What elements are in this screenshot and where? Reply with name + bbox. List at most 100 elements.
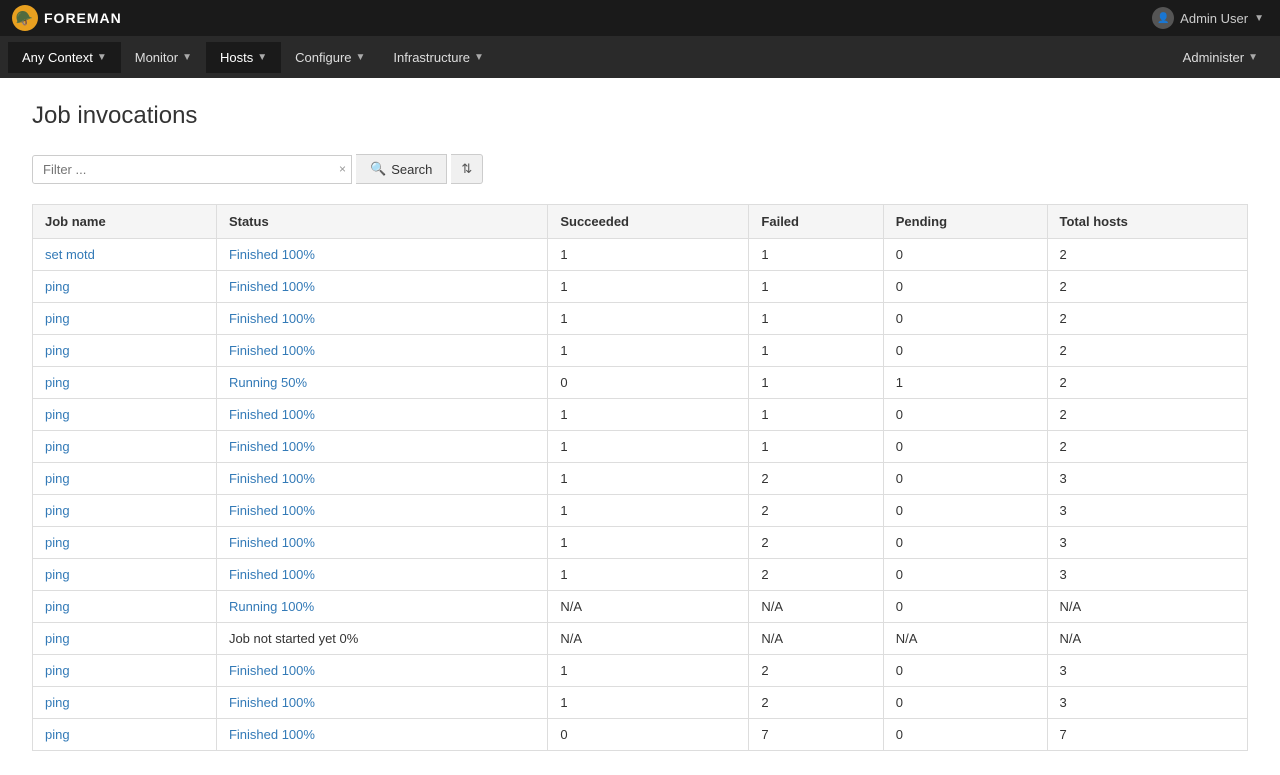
job-name-link[interactable]: ping	[45, 727, 70, 742]
cell-job-name: ping	[33, 495, 217, 527]
search-button[interactable]: 🔍 Search	[356, 154, 447, 184]
avatar: 👤	[1152, 7, 1174, 29]
cell-pending: 0	[883, 655, 1047, 687]
job-name-link[interactable]: ping	[45, 407, 70, 422]
status-link[interactable]: Finished 100%	[229, 279, 315, 294]
nav-hosts[interactable]: Hosts ▼	[206, 42, 281, 73]
job-name-link[interactable]: ping	[45, 535, 70, 550]
job-name-link[interactable]: ping	[45, 439, 70, 454]
cell-failed: 1	[749, 431, 883, 463]
job-name-link[interactable]: ping	[45, 599, 70, 614]
cell-succeeded: 1	[548, 527, 749, 559]
sec-nav-right: Administer ▼	[1169, 42, 1272, 73]
job-name-link[interactable]: ping	[45, 279, 70, 294]
cell-succeeded: 1	[548, 463, 749, 495]
cell-total-hosts: 3	[1047, 687, 1247, 719]
status-link[interactable]: Running 50%	[229, 375, 307, 390]
cell-succeeded: 1	[548, 655, 749, 687]
col-pending: Pending	[883, 205, 1047, 239]
job-name-link[interactable]: set motd	[45, 247, 95, 262]
cell-total-hosts: 2	[1047, 303, 1247, 335]
cell-pending: 0	[883, 239, 1047, 271]
job-name-link[interactable]: ping	[45, 375, 70, 390]
status-link[interactable]: Finished 100%	[229, 407, 315, 422]
cell-pending: 0	[883, 271, 1047, 303]
status-link[interactable]: Finished 100%	[229, 663, 315, 678]
status-link[interactable]: Finished 100%	[229, 471, 315, 486]
chevron-down-icon: ▼	[356, 52, 366, 63]
status-link[interactable]: Finished 100%	[229, 567, 315, 582]
search-icon: 🔍	[370, 161, 386, 177]
search-label: Search	[391, 162, 432, 177]
cell-job-name: ping	[33, 335, 217, 367]
nav-infrastructure[interactable]: Infrastructure ▼	[379, 42, 498, 73]
cell-failed: 2	[749, 463, 883, 495]
cell-pending: 0	[883, 303, 1047, 335]
status-link[interactable]: Finished 100%	[229, 727, 315, 742]
job-name-link[interactable]: ping	[45, 631, 70, 646]
cell-failed: 7	[749, 719, 883, 751]
cell-job-name: ping	[33, 655, 217, 687]
status-link[interactable]: Finished 100%	[229, 311, 315, 326]
admin-user[interactable]: 👤 Admin User ▼	[1144, 3, 1272, 33]
table-row: pingRunning 50%0112	[33, 367, 1248, 399]
sec-nav: Any Context ▼ Monitor ▼ Hosts ▼ Configur…	[0, 36, 1280, 78]
brand[interactable]: 🪖 FOREMAN	[8, 5, 134, 31]
top-nav-right: 👤 Admin User ▼	[1144, 3, 1272, 33]
job-name-link[interactable]: ping	[45, 503, 70, 518]
cell-succeeded: 1	[548, 303, 749, 335]
context-button[interactable]: Any Context ▼	[8, 42, 121, 73]
cell-pending: 0	[883, 559, 1047, 591]
administer-label: Administer	[1183, 50, 1244, 65]
cell-status: Job not started yet 0%	[216, 623, 547, 655]
table-body: set motdFinished 100%1102pingFinished 10…	[33, 239, 1248, 751]
filter-split-button[interactable]: ⇅	[451, 154, 483, 184]
cell-pending: 0	[883, 495, 1047, 527]
status-link[interactable]: Finished 100%	[229, 343, 315, 358]
administer-button[interactable]: Administer ▼	[1169, 42, 1272, 73]
job-name-link[interactable]: ping	[45, 471, 70, 486]
cell-job-name: ping	[33, 719, 217, 751]
cell-total-hosts: 3	[1047, 463, 1247, 495]
job-name-link[interactable]: ping	[45, 663, 70, 678]
status-link[interactable]: Finished 100%	[229, 247, 315, 262]
status-link[interactable]: Finished 100%	[229, 503, 315, 518]
status-link[interactable]: Finished 100%	[229, 695, 315, 710]
cell-failed: 2	[749, 687, 883, 719]
job-name-link[interactable]: ping	[45, 343, 70, 358]
cell-failed: N/A	[749, 623, 883, 655]
table-row: pingFinished 100%1203	[33, 495, 1248, 527]
clear-filter-button[interactable]: ×	[339, 162, 346, 176]
cell-status: Running 50%	[216, 367, 547, 399]
cell-pending: 0	[883, 719, 1047, 751]
cell-job-name: ping	[33, 367, 217, 399]
cell-succeeded: 1	[548, 239, 749, 271]
cell-succeeded: N/A	[548, 591, 749, 623]
nav-configure[interactable]: Configure ▼	[281, 42, 379, 73]
table-row: pingFinished 100%1102	[33, 399, 1248, 431]
cell-pending: 0	[883, 687, 1047, 719]
job-invocations-table: Job name Status Succeeded Failed Pending…	[32, 204, 1248, 751]
cell-failed: 1	[749, 239, 883, 271]
cell-job-name: ping	[33, 591, 217, 623]
cell-status: Finished 100%	[216, 559, 547, 591]
cell-succeeded: 1	[548, 399, 749, 431]
status-link[interactable]: Finished 100%	[229, 439, 315, 454]
cell-total-hosts: 3	[1047, 655, 1247, 687]
job-name-link[interactable]: ping	[45, 567, 70, 582]
table-row: pingFinished 100%1203	[33, 687, 1248, 719]
status-link[interactable]: Running 100%	[229, 599, 314, 614]
job-name-link[interactable]: ping	[45, 695, 70, 710]
cell-status: Finished 100%	[216, 431, 547, 463]
nav-hosts-label: Hosts	[220, 50, 253, 65]
cell-failed: 2	[749, 655, 883, 687]
job-name-link[interactable]: ping	[45, 311, 70, 326]
nav-monitor[interactable]: Monitor ▼	[121, 42, 206, 73]
status-link[interactable]: Finished 100%	[229, 535, 315, 550]
cell-total-hosts: 2	[1047, 335, 1247, 367]
main-content: Job invocations × 🔍 Search ⇅ Job name St…	[0, 78, 1280, 775]
filter-input[interactable]	[32, 155, 352, 184]
brand-icon: 🪖	[12, 5, 38, 31]
cell-pending: N/A	[883, 623, 1047, 655]
cell-status: Finished 100%	[216, 655, 547, 687]
